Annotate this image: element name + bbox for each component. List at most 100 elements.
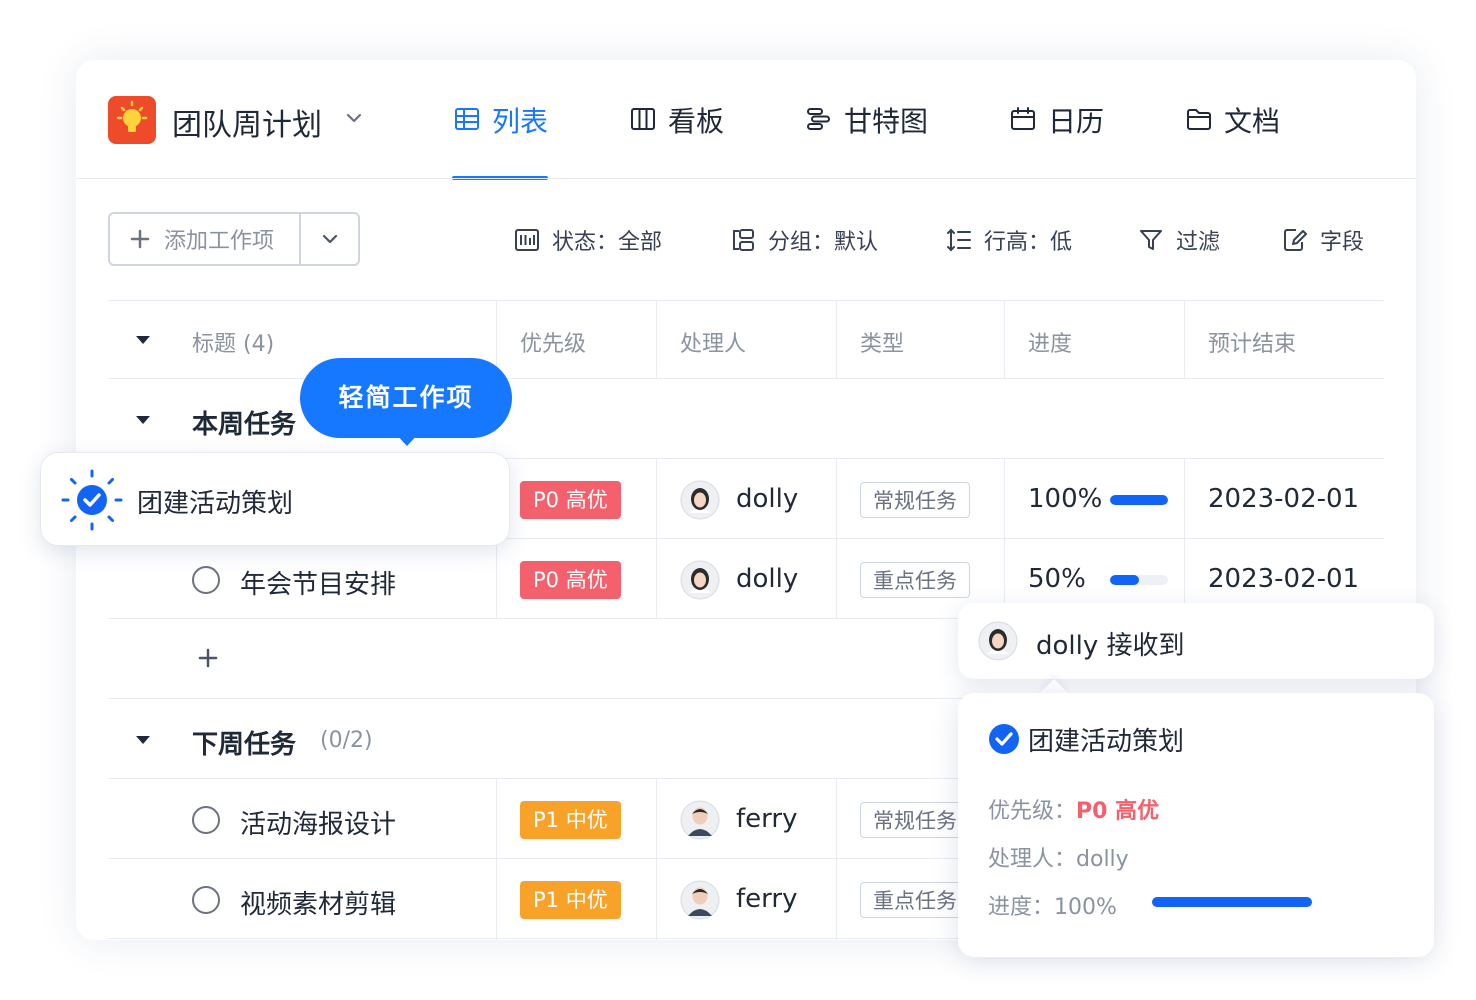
tab-docs[interactable]: 文档 xyxy=(1186,100,1280,180)
task-checkbox[interactable] xyxy=(192,806,220,834)
avatar xyxy=(680,880,720,920)
filter-button[interactable]: 过滤 xyxy=(1138,224,1220,256)
status-icon xyxy=(515,229,539,251)
notification-popover[interactable]: dolly 接收到 xyxy=(958,603,1434,679)
column-divider xyxy=(656,778,657,940)
priority-badge[interactable]: P0 高优 xyxy=(520,561,621,599)
assignee-name[interactable]: dolly xyxy=(736,564,798,594)
priority-badge[interactable]: P0 高优 xyxy=(520,481,621,519)
progress-bar-fill xyxy=(1110,575,1139,585)
divider xyxy=(108,300,1384,301)
type-tag[interactable]: 常规任务 xyxy=(860,482,970,518)
column-header-assignee[interactable]: 处理人 xyxy=(680,326,746,358)
group-collapse-caret-icon[interactable] xyxy=(136,416,150,424)
tab-label: 文档 xyxy=(1224,105,1281,138)
group-title[interactable]: 本周任务 xyxy=(192,404,296,441)
tab-kanban[interactable]: 看板 xyxy=(630,100,724,180)
chevron-down-icon xyxy=(322,234,338,244)
progress-text: 100% xyxy=(1028,484,1103,514)
tab-gantt[interactable]: 甘特图 xyxy=(806,100,928,180)
callout-bubble: 轻简工作项 xyxy=(300,358,512,438)
assignee-name[interactable]: ferry xyxy=(736,884,797,914)
assignee-name[interactable]: dolly xyxy=(736,484,798,514)
row-height-button[interactable]: 行高：低 xyxy=(946,224,1072,256)
group-by-button[interactable]: 分组：默认 xyxy=(730,224,878,256)
tab-label: 日历 xyxy=(1048,105,1105,138)
detail-priority-label: 优先级： xyxy=(988,799,1077,824)
add-work-item-button[interactable]: 添加工作项 xyxy=(110,214,300,264)
divider xyxy=(76,178,1416,179)
tab-calendar[interactable]: 日历 xyxy=(1010,100,1104,180)
collapse-all-caret-icon[interactable] xyxy=(136,336,150,344)
task-title[interactable]: 活动海报设计 xyxy=(240,804,396,841)
notification-text: dolly 接收到 xyxy=(1036,631,1185,661)
add-work-item-split-button: 添加工作项 xyxy=(108,212,360,266)
avatar xyxy=(978,621,1018,661)
type-tag[interactable]: 常规任务 xyxy=(860,802,970,838)
filter-icon xyxy=(1140,230,1162,250)
filter-label: 过滤 xyxy=(1176,230,1221,255)
column-divider xyxy=(1184,300,1185,378)
detail-priority: 优先级：P0 高优 xyxy=(988,793,1159,825)
lightbulb-icon xyxy=(116,100,148,132)
kanban-icon xyxy=(631,108,655,130)
column-divider xyxy=(496,778,497,940)
task-checkbox[interactable] xyxy=(192,886,220,914)
assignee-name[interactable]: ferry xyxy=(736,804,797,834)
task-detail-popover[interactable]: 团建活动策划 优先级：P0 高优 处理人：dolly 进度：100% xyxy=(958,693,1434,957)
fields-button[interactable]: 字段 xyxy=(1282,224,1364,256)
priority-badge[interactable]: P1 中优 xyxy=(520,881,621,919)
due-date[interactable]: 2023-02-01 xyxy=(1208,564,1359,594)
column-divider xyxy=(836,778,837,940)
avatar xyxy=(680,560,720,600)
project-title[interactable]: 团队周计划 xyxy=(172,100,322,144)
chevron-down-icon[interactable] xyxy=(344,108,364,128)
edit-fields-icon xyxy=(1284,229,1307,251)
column-header-priority[interactable]: 优先级 xyxy=(520,326,586,358)
detail-assignee-label: 处理人： xyxy=(988,847,1077,872)
add-dropdown-button[interactable] xyxy=(301,214,359,264)
group-collapse-caret-icon[interactable] xyxy=(136,736,150,744)
column-divider xyxy=(1004,458,1005,618)
detail-assignee-value: dolly xyxy=(1076,847,1129,872)
tab-label: 列表 xyxy=(492,105,549,138)
group-icon xyxy=(733,229,754,251)
detail-progress: 进度：100% xyxy=(988,889,1117,921)
type-tag[interactable]: 重点任务 xyxy=(860,562,970,598)
type-tag[interactable]: 重点任务 xyxy=(860,882,970,918)
row-height-icon xyxy=(947,228,971,252)
column-header-title[interactable]: 标题 (4) xyxy=(192,326,274,358)
task-title[interactable]: 年会节目安排 xyxy=(240,564,396,601)
task-checkbox[interactable] xyxy=(192,566,220,594)
due-date[interactable]: 2023-02-01 xyxy=(1208,484,1359,514)
progress-bar xyxy=(1110,495,1168,505)
column-header-due[interactable]: 预计结束 xyxy=(1208,326,1296,358)
group-title[interactable]: 下周任务 xyxy=(192,724,296,761)
tab-label: 甘特图 xyxy=(844,105,929,138)
group-by-label: 分组：默认 xyxy=(768,230,879,255)
progress-bar-fill xyxy=(1110,495,1168,505)
status-filter-button[interactable]: 状态：全部 xyxy=(514,224,662,256)
priority-badge[interactable]: P1 中优 xyxy=(520,801,621,839)
table-icon xyxy=(455,108,479,130)
column-divider xyxy=(1184,458,1185,618)
detail-priority-value: P0 高优 xyxy=(1076,799,1160,824)
detail-progress-bar xyxy=(1152,897,1312,907)
fields-label: 字段 xyxy=(1320,230,1365,255)
highlighted-task-card[interactable]: 团建活动策划 xyxy=(40,452,510,546)
add-row-plus-icon[interactable] xyxy=(198,648,218,668)
progress-bar xyxy=(1110,575,1168,585)
column-divider xyxy=(1004,300,1005,378)
check-circle-icon xyxy=(989,724,1019,754)
column-header-progress[interactable]: 进度 xyxy=(1028,326,1072,358)
project-logo xyxy=(108,96,156,144)
folder-icon xyxy=(1187,109,1211,130)
task-title[interactable]: 视频素材剪辑 xyxy=(240,884,396,921)
column-header-type[interactable]: 类型 xyxy=(860,326,904,358)
task-count: (4) xyxy=(243,332,275,357)
column-divider xyxy=(836,458,837,618)
tab-label: 看板 xyxy=(668,105,725,138)
tab-list[interactable]: 列表 xyxy=(454,100,548,180)
check-circle-icon xyxy=(61,469,123,531)
plus-icon xyxy=(130,229,150,249)
